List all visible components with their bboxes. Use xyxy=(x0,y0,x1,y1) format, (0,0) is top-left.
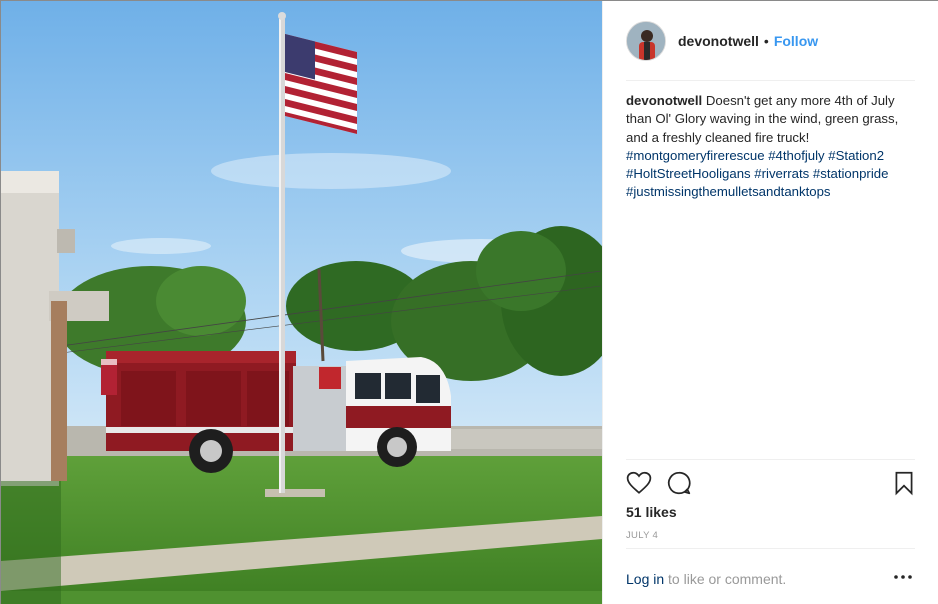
caption-username[interactable]: devonotwell xyxy=(626,93,702,108)
caption-hashtags[interactable]: #montgomeryfirerescue #4thofjuly #Statio… xyxy=(626,147,918,202)
post-side-panel: devonotwell • Follow devonotwell Doesn't… xyxy=(602,1,938,604)
post-caption: devonotwell Doesn't get any more 4th of … xyxy=(626,92,918,202)
fire-station-flag-photo xyxy=(1,1,602,604)
action-bar xyxy=(626,468,915,500)
more-options-icon[interactable] xyxy=(891,567,915,587)
heart-icon[interactable] xyxy=(626,468,656,498)
header-separator: • xyxy=(763,32,769,49)
post-frame: devonotwell • Follow devonotwell Doesn't… xyxy=(0,0,938,604)
comment-icon[interactable] xyxy=(666,468,696,498)
follow-button[interactable]: Follow xyxy=(774,33,818,49)
header-username[interactable]: devonotwell xyxy=(678,33,759,49)
login-prompt: Log in to like or comment. xyxy=(626,571,786,587)
avatar-image xyxy=(627,21,665,60)
post-date[interactable]: JULY 4 xyxy=(626,530,658,541)
comment-bar: Log in to like or comment. xyxy=(626,548,915,604)
post-header: devonotwell • Follow xyxy=(626,1,915,81)
post-footer: 51 likes JULY 4 Log in to like or commen… xyxy=(626,459,915,587)
login-link[interactable]: Log in xyxy=(626,571,664,587)
likes-count[interactable]: 51 likes xyxy=(626,504,677,520)
bookmark-icon[interactable] xyxy=(885,468,915,498)
login-prompt-text: to like or comment. xyxy=(664,571,787,587)
avatar[interactable] xyxy=(626,20,666,61)
post-photo[interactable] xyxy=(1,1,602,604)
